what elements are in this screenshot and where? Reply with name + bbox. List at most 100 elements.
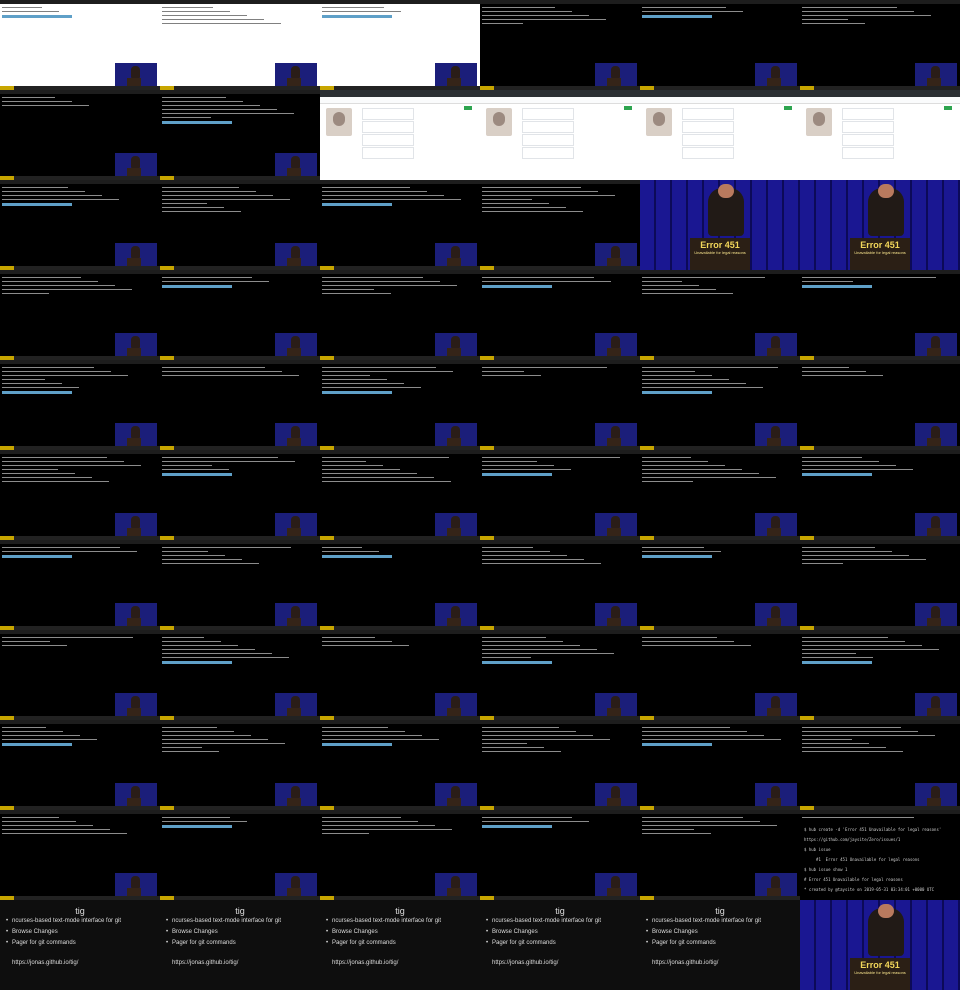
terminal-frame bbox=[480, 270, 640, 360]
speaker-inset bbox=[755, 603, 797, 626]
error-sign: Error 451 Unavailable for legal reasons bbox=[854, 240, 906, 255]
slide-url[interactable]: https://jonas.github.io/tig/ bbox=[172, 960, 238, 966]
slide-tig: tig ncurses-based text-mode interface fo… bbox=[160, 900, 320, 990]
new-button[interactable] bbox=[624, 106, 632, 110]
slide-bullet: Pager for git commands bbox=[172, 938, 281, 949]
slide-tig: tig ncurses-based text-mode interface fo… bbox=[0, 900, 160, 990]
slide-url[interactable]: https://jonas.github.io/tig/ bbox=[332, 960, 398, 966]
browser-frame bbox=[800, 90, 960, 180]
speaker-inset bbox=[755, 333, 797, 356]
terminal-frame bbox=[160, 450, 320, 540]
terminal-line: https://github.com/jaysite/Zero/issues/1 bbox=[804, 837, 901, 842]
speaker-inset bbox=[915, 63, 957, 86]
speaker-inset bbox=[595, 693, 637, 716]
terminal-frame bbox=[480, 720, 640, 810]
speaker-inset bbox=[435, 63, 477, 86]
speaker-inset bbox=[915, 423, 957, 446]
speaker-inset bbox=[595, 243, 637, 266]
terminal-frame bbox=[320, 450, 480, 540]
terminal-frame bbox=[640, 0, 800, 90]
speaker-inset bbox=[115, 873, 157, 896]
terminal-frame bbox=[800, 720, 960, 810]
slide-bullets: ncurses-based text-mode interface for gi… bbox=[486, 916, 601, 949]
terminal-frame bbox=[160, 90, 320, 180]
speaker-inset bbox=[115, 243, 157, 266]
slide-title: tig bbox=[235, 906, 245, 916]
speaker-inset bbox=[915, 783, 957, 806]
terminal-frame bbox=[800, 450, 960, 540]
speaker-inset bbox=[275, 693, 317, 716]
avatar bbox=[486, 108, 512, 136]
slide-title: tig bbox=[715, 906, 725, 916]
terminal-frame bbox=[160, 630, 320, 720]
speaker-inset bbox=[435, 693, 477, 716]
speaker-inset bbox=[115, 333, 157, 356]
slide-url[interactable]: https://jonas.github.io/tig/ bbox=[652, 960, 718, 966]
new-button[interactable] bbox=[464, 106, 472, 110]
slide-url[interactable]: https://jonas.github.io/tig/ bbox=[492, 960, 558, 966]
terminal-frame bbox=[0, 0, 160, 90]
terminal-frame bbox=[640, 810, 800, 900]
terminal-line: $ hub create -d 'Error 451 Unavailable f… bbox=[804, 827, 942, 832]
slide-bullet: ncurses-based text-mode interface for gi… bbox=[652, 916, 761, 927]
terminal-frame bbox=[0, 90, 160, 180]
terminal-frame bbox=[160, 180, 320, 270]
browser-frame bbox=[320, 90, 480, 180]
terminal-frame bbox=[800, 0, 960, 90]
speaker-inset bbox=[435, 333, 477, 356]
slide-bullet: Browse Changes bbox=[652, 927, 761, 938]
slide-bullet: ncurses-based text-mode interface for gi… bbox=[172, 916, 281, 927]
slide-title: tig bbox=[555, 906, 565, 916]
speaker-inset bbox=[435, 603, 477, 626]
slide-bullets: ncurses-based text-mode interface for gi… bbox=[646, 916, 761, 949]
speaker-inset bbox=[435, 513, 477, 536]
speaker-inset bbox=[275, 603, 317, 626]
new-button[interactable] bbox=[944, 106, 952, 110]
speaker-inset bbox=[755, 63, 797, 86]
terminal-frame bbox=[0, 450, 160, 540]
speaker-inset bbox=[595, 333, 637, 356]
error-sign: Error 451 Unavailable for legal reasons bbox=[694, 240, 746, 255]
speaker-inset bbox=[275, 63, 317, 86]
terminal-frame bbox=[800, 270, 960, 360]
terminal-frame bbox=[320, 630, 480, 720]
terminal-frame bbox=[0, 540, 160, 630]
speaker-inset bbox=[755, 693, 797, 716]
speaker-inset bbox=[915, 333, 957, 356]
terminal-frame bbox=[160, 270, 320, 360]
avatar bbox=[806, 108, 832, 136]
slide-url[interactable]: https://jonas.github.io/tig/ bbox=[12, 960, 78, 966]
slide-bullet: ncurses-based text-mode interface for gi… bbox=[12, 916, 121, 927]
terminal-frame bbox=[0, 180, 160, 270]
terminal-line: * created by @taysite on 2019-05-31 03:3… bbox=[804, 887, 935, 892]
slide-tig: tig ncurses-based text-mode interface fo… bbox=[480, 900, 640, 990]
slide-bullet: Browse Changes bbox=[492, 927, 601, 938]
speaker-inset bbox=[275, 873, 317, 896]
terminal-frame bbox=[480, 630, 640, 720]
slide-tig: tig ncurses-based text-mode interface fo… bbox=[320, 900, 480, 990]
terminal-frame bbox=[0, 270, 160, 360]
terminal-frame bbox=[640, 270, 800, 360]
speaker-stage: Error 451 Unavailable for legal reasons bbox=[640, 180, 800, 270]
terminal-frame bbox=[320, 540, 480, 630]
terminal-frame bbox=[320, 270, 480, 360]
slide-bullets: ncurses-based text-mode interface for gi… bbox=[326, 916, 441, 949]
terminal-frame bbox=[480, 540, 640, 630]
new-button[interactable] bbox=[784, 106, 792, 110]
slide-bullet: ncurses-based text-mode interface for gi… bbox=[492, 916, 601, 927]
terminal-frame bbox=[160, 810, 320, 900]
terminal-frame bbox=[640, 630, 800, 720]
speaker-inset bbox=[915, 603, 957, 626]
terminal-frame bbox=[320, 360, 480, 450]
slide-bullet: Pager for git commands bbox=[492, 938, 601, 949]
speaker-inset bbox=[595, 873, 637, 896]
speaker-inset bbox=[595, 783, 637, 806]
terminal-frame bbox=[640, 540, 800, 630]
speaker-inset bbox=[115, 513, 157, 536]
avatar bbox=[326, 108, 352, 136]
terminal-frame bbox=[640, 360, 800, 450]
browser-frame bbox=[640, 90, 800, 180]
terminal-frame bbox=[160, 720, 320, 810]
speaker-inset bbox=[275, 783, 317, 806]
speaker-inset bbox=[275, 423, 317, 446]
